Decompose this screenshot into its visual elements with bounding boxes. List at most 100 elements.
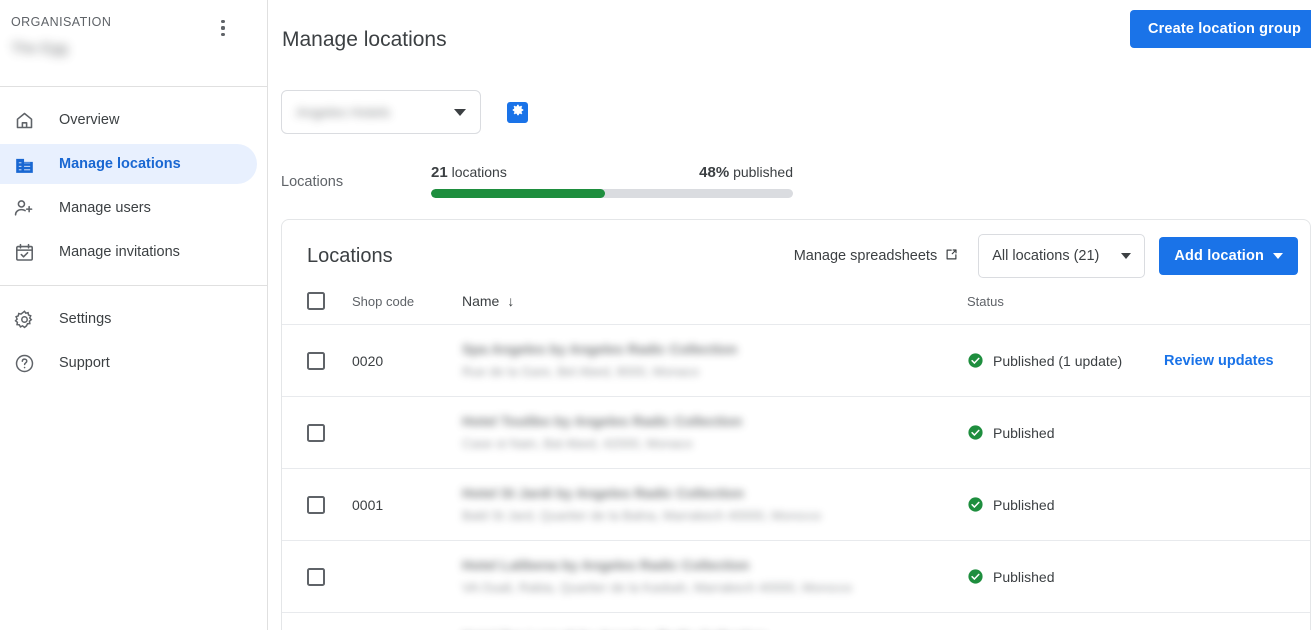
status-header: Status [967, 293, 1004, 309]
locations-progress: Locations 21 locations 48% published [268, 158, 1311, 198]
row-location-address: VA Ouali, Rabia, Quartier de la Kasbah, … [462, 580, 852, 595]
actions-header [1164, 292, 1310, 325]
table-row[interactable]: Hotel Lalibena by Angeles Radic Collecti… [282, 540, 1310, 613]
progress-label: Locations [281, 174, 344, 190]
organisation-block: ORGANISATION The Egg [0, 0, 267, 86]
sidebar: ORGANISATION The Egg Overview Manage loc… [0, 0, 268, 630]
table-row[interactable]: Hotel Toulibo by Angeles Radic Collectio… [282, 396, 1310, 469]
locations-table-body: 0020 Spa Angeles by Angeles Radic Collec… [282, 324, 1310, 630]
row-select-cell [282, 324, 352, 397]
chevron-down-icon [454, 108, 466, 116]
review-updates-link[interactable]: Review updates [1164, 353, 1274, 369]
sidebar-item-settings[interactable]: Settings [0, 299, 257, 339]
row-action-cell [1164, 468, 1310, 541]
check-circle-icon [967, 568, 984, 585]
row-location-name: Hotel Toulibo by Angeles Radic Collectio… [462, 413, 743, 429]
sort-descending-icon: ↓ [507, 293, 515, 309]
table-row[interactable]: 0020 Spa Angeles by Angeles Radic Collec… [282, 324, 1310, 397]
add-location-button[interactable]: Add location [1159, 237, 1298, 275]
location-group-settings-button[interactable] [507, 101, 528, 123]
check-circle-icon [967, 424, 984, 441]
select-all-checkbox[interactable] [307, 292, 325, 310]
row-status-cell: Published [967, 540, 1164, 613]
sidebar-item-label: Manage users [59, 200, 151, 216]
sidebar-item-support[interactable]: Support [0, 343, 257, 383]
sidebar-item-manage-invitations[interactable]: Manage invitations [0, 232, 257, 272]
row-checkbox[interactable] [307, 567, 325, 586]
name-header[interactable]: Name ↓ [462, 292, 967, 325]
locations-card-toolbar: Locations Manage spreadsheets All locati… [282, 220, 1310, 292]
location-group-select[interactable]: Angeles Hotels [281, 90, 481, 134]
filter-row: Angeles Hotels [268, 90, 1311, 134]
locations-table-head: Shop code Name ↓ Status [282, 292, 1310, 325]
progress-bar-track [431, 189, 793, 198]
row-select-cell [282, 468, 352, 541]
table-row[interactable]: 0001 Hotel St Jardi by Angeles Radic Col… [282, 468, 1310, 541]
sidebar-item-label: Settings [59, 311, 112, 327]
help-circle-icon [12, 351, 36, 375]
location-group-select-value: Angeles Hotels [296, 104, 391, 120]
row-name-cell: Hotel St Jardi by Angeles Radic Collecti… [462, 468, 967, 541]
check-circle-icon [967, 352, 984, 369]
sidebar-item-manage-locations[interactable]: Manage locations [0, 144, 257, 184]
name-header-label: Name [462, 293, 500, 309]
table-header-row: Shop code Name ↓ Status [282, 292, 1310, 325]
shop-code-header: Shop code [352, 293, 415, 309]
progress-values: 21 locations 48% published [431, 163, 793, 182]
row-shop-code-cell [352, 540, 462, 613]
row-shop-code-cell [352, 396, 462, 469]
sidebar-item-label: Support [59, 355, 110, 371]
row-location-address: Case st Nain, Bal Abed, 42000, Monaco [462, 436, 693, 451]
person-add-icon [12, 196, 36, 220]
row-shop-code-cell [352, 612, 462, 630]
row-checkbox[interactable] [307, 495, 325, 514]
locations-filter-select[interactable]: All locations (21) [978, 234, 1146, 278]
table-row[interactable]: Hotel Dar Larouti by Angeles Radic Colle… [282, 612, 1310, 630]
row-status-cell: Published (1 update) [967, 324, 1164, 397]
create-location-group-button[interactable]: Create location group [1130, 10, 1311, 48]
row-status-cell: Published [967, 396, 1164, 469]
organisation-name: The Egg [11, 40, 68, 57]
row-status-text: Published [993, 568, 1055, 585]
sidebar-item-manage-users[interactable]: Manage users [0, 188, 257, 228]
sidebar-item-label: Manage locations [59, 156, 181, 172]
more-vert-icon[interactable] [213, 18, 233, 38]
app-root: ORGANISATION The Egg Overview Manage loc… [0, 0, 1311, 630]
row-action-cell: Review updates [1164, 324, 1310, 397]
row-shop-code-cell: 0020 [352, 324, 462, 397]
manage-spreadsheets-link[interactable]: Manage spreadsheets [794, 247, 960, 266]
row-status-cell: Published [967, 612, 1164, 630]
row-checkbox[interactable] [307, 351, 325, 370]
row-checkbox[interactable] [307, 423, 325, 442]
locations-card-title: Locations [307, 245, 393, 267]
row-status-text: Published (1 update) [993, 352, 1123, 369]
row-shop-code-cell: 0001 [352, 468, 462, 541]
check-circle-icon [967, 496, 984, 513]
page-title: Manage locations [282, 28, 447, 52]
manage-spreadsheets-label: Manage spreadsheets [793, 248, 938, 264]
row-location-address: Bald St Jard, Quartier de la Balna, Marr… [462, 508, 822, 523]
sidebar-item-label: Overview [59, 112, 120, 128]
calendar-check-icon [12, 240, 36, 264]
row-select-cell [282, 612, 352, 630]
business-icon [12, 152, 36, 176]
row-shop-code: 0001 [352, 496, 384, 513]
row-name-cell: Hotel Lalibena by Angeles Radic Collecti… [462, 540, 967, 613]
row-name-cell: Spa Angeles by Angeles Radic Collection … [462, 324, 967, 397]
sidebar-item-overview[interactable]: Overview [0, 100, 257, 140]
home-icon [12, 108, 36, 132]
row-status-cell: Published [967, 468, 1164, 541]
locations-filter-value: All locations (21) [992, 248, 1100, 264]
row-select-cell [282, 540, 352, 613]
locations-table: Shop code Name ↓ Status 0020 Spa Angeles… [282, 292, 1310, 630]
sidebar-item-label: Manage invitations [59, 244, 180, 260]
row-name-cell: Hotel Toulibo by Angeles Radic Collectio… [462, 396, 967, 469]
row-name-cell: Hotel Dar Larouti by Angeles Radic Colle… [462, 612, 967, 630]
row-status-text: Published [993, 424, 1055, 441]
row-location-address: Rue de la Gare, Bel Abed, 8000, Monaco [462, 364, 700, 379]
main-content: Manage locations Create location group A… [268, 0, 1311, 630]
chevron-down-icon [1273, 253, 1283, 259]
locations-card: Locations Manage spreadsheets All locati… [281, 219, 1311, 630]
row-location-name: Hotel Lalibena by Angeles Radic Collecti… [462, 557, 750, 573]
row-action-cell [1164, 612, 1310, 630]
